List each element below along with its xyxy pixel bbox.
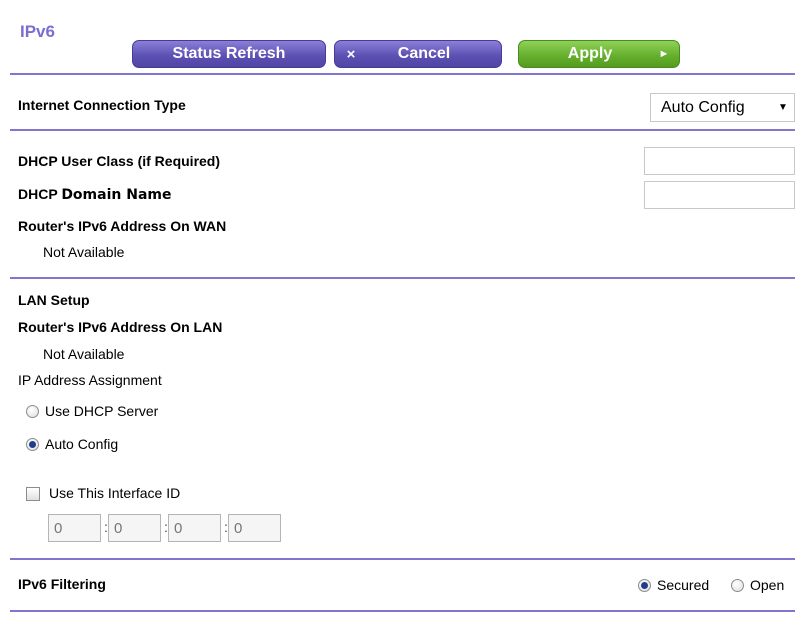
wan-address-label: Router's IPv6 Address On WAN [18,218,227,234]
wan-address-value: Not Available [43,244,125,260]
interface-id-field-2[interactable] [108,514,161,542]
divider [10,129,795,131]
internet-connection-type-select[interactable]: Auto Config ▼ [650,93,795,122]
use-interface-id-label: Use This Interface ID [49,485,181,501]
filtering-secured-label: Secured [657,577,710,593]
lan-address-value: Not Available [43,346,125,362]
internet-connection-type-value: Auto Config [661,98,745,116]
status-refresh-button[interactable]: Status Refresh [132,40,326,68]
dhcp-domain-name-bold: Domain Name [61,187,172,203]
dhcp-domain-name-label: DHCP Domain Name [18,186,171,203]
lan-address-label: Router's IPv6 Address On LAN [18,319,223,335]
filtering-open-radio[interactable] [731,579,744,592]
dhcp-domain-name-prefix: DHCP [18,186,62,202]
divider [10,277,795,279]
chevron-down-icon: ▼ [778,102,788,113]
auto-config-label: Auto Config [45,436,119,452]
ip-assignment-label: IP Address Assignment [18,372,162,388]
auto-config-radio[interactable] [26,438,39,451]
internet-connection-type-label: Internet Connection Type [18,97,186,113]
interface-id-field-3[interactable] [168,514,221,542]
apply-label: Apply [567,45,613,62]
use-dhcp-server-label: Use DHCP Server [45,403,159,419]
dhcp-user-class-input[interactable] [644,147,795,175]
cancel-button[interactable]: × Cancel [334,40,502,68]
status-refresh-label: Status Refresh [172,45,286,62]
ipv6-filtering-label: IPv6 Filtering [18,576,106,592]
apply-button[interactable]: Apply ► [518,40,680,68]
interface-id-field-1[interactable] [48,514,101,542]
interface-id-field-4[interactable] [228,514,281,542]
filtering-secured-radio[interactable] [638,579,651,592]
use-interface-id-checkbox[interactable] [26,487,40,501]
ipv6-settings-page: IPv6 Status Refresh × Cancel Apply ► Int… [10,5,795,632]
lan-setup-label: LAN Setup [18,292,90,308]
divider [10,558,795,560]
use-dhcp-server-radio[interactable] [26,405,39,418]
dhcp-user-class-label: DHCP User Class (if Required) [18,153,221,169]
page-title: IPv6 [20,22,55,41]
divider [10,610,795,612]
play-arrow-icon: ► [658,48,670,60]
divider [10,73,795,75]
filtering-open-label: Open [750,577,785,593]
close-icon: × [346,45,356,63]
cancel-label: Cancel [397,45,451,62]
dhcp-domain-name-input[interactable] [644,181,795,209]
